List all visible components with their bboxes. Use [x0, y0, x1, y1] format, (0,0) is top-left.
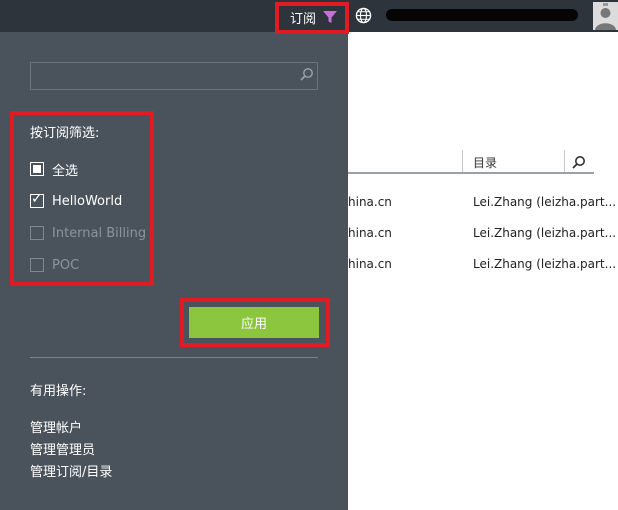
- search-input[interactable]: [30, 62, 318, 90]
- avatar[interactable]: [593, 2, 618, 30]
- column-divider: [564, 150, 565, 172]
- highlight-box: [180, 298, 330, 347]
- main-content: [348, 32, 618, 510]
- divider: [30, 357, 318, 358]
- user-name-redacted[interactable]: [386, 9, 578, 21]
- table-cell-directory: Lei.Zhang (leizha.part...: [473, 226, 617, 240]
- table-cell-directory: Lei.Zhang (leizha.part...: [473, 257, 617, 271]
- table-cell-domain: hina.cn: [348, 226, 392, 240]
- manage-subscriptions-link[interactable]: 管理订阅/目录: [30, 461, 112, 480]
- table-cell-domain: hina.cn: [348, 195, 392, 209]
- search-icon[interactable]: [572, 155, 586, 169]
- search-icon[interactable]: [300, 67, 314, 81]
- manage-accounts-link[interactable]: 管理帐户: [30, 417, 82, 436]
- column-divider: [462, 150, 463, 172]
- highlight-box: [275, 2, 349, 34]
- column-header-directory[interactable]: 目录: [473, 154, 497, 171]
- manage-admins-link[interactable]: 管理管理员: [30, 439, 95, 458]
- actions-title: 有用操作:: [30, 384, 87, 399]
- globe-icon[interactable]: [355, 7, 372, 24]
- table-cell-domain: hina.cn: [348, 257, 392, 271]
- table-header: 目录: [348, 148, 594, 174]
- table-cell-directory: Lei.Zhang (leizha.part...: [473, 195, 617, 209]
- highlight-box: [10, 111, 154, 286]
